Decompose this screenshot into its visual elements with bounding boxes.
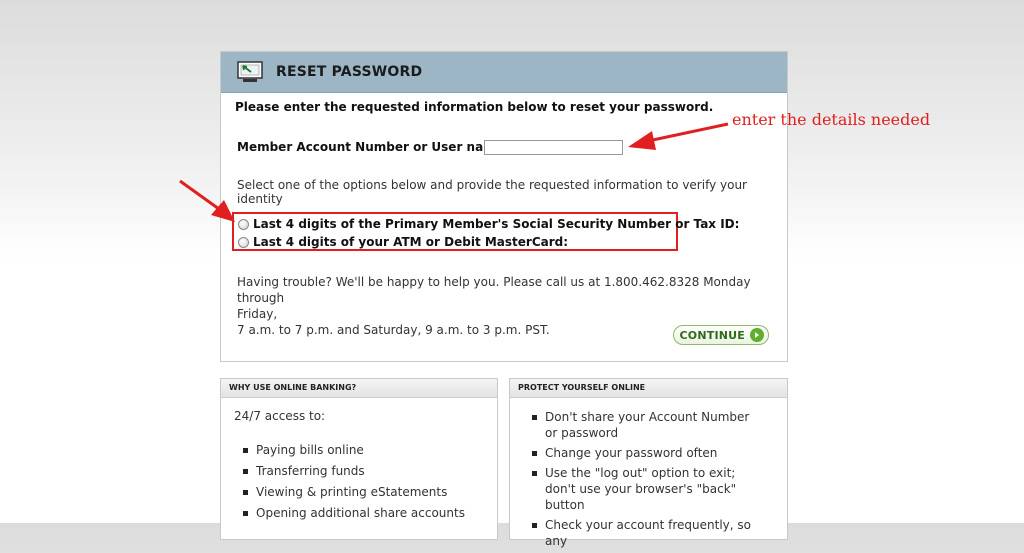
arrow-to-input (628, 122, 729, 150)
tips-list: Don't share your Account Number or passw… (532, 409, 762, 553)
arrow-to-options (179, 179, 235, 222)
protect-box-title: PROTECT YOURSELF ONLINE (510, 379, 787, 398)
why-online-banking-box: WHY USE ONLINE BANKING? 24/7 access to: … (220, 378, 498, 540)
list-item: Opening additional share accounts (243, 505, 465, 521)
list-item: Paying bills online (243, 442, 465, 458)
list-item: Use the "log out" option to exit; don't … (532, 465, 762, 513)
benefits-list: Paying bills online Transferring funds V… (243, 442, 465, 526)
why-box-title: WHY USE ONLINE BANKING? (221, 379, 497, 398)
list-item: Viewing & printing eStatements (243, 484, 465, 500)
access-to-text: 24/7 access to: (234, 409, 326, 423)
list-item: Change your password often (532, 445, 762, 461)
list-item: Don't share your Account Number or passw… (532, 409, 762, 441)
list-item: Transferring funds (243, 463, 465, 479)
protect-yourself-box: PROTECT YOURSELF ONLINE Don't share your… (509, 378, 788, 548)
list-item: Check your account frequently, so any (532, 517, 762, 549)
